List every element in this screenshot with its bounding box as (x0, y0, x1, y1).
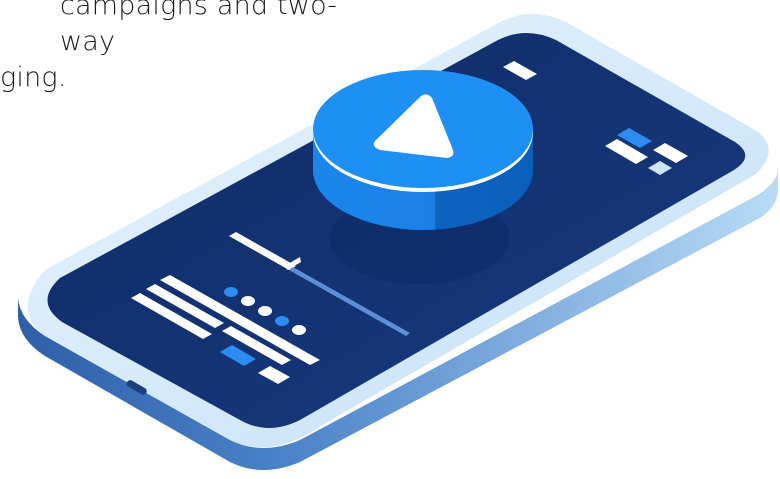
illustration-stage: campaigns and two-way ging. (0, 0, 780, 479)
dot-5[interactable] (292, 325, 306, 335)
smartphone-illustration (18, 14, 778, 470)
dot-3[interactable] (258, 306, 272, 316)
dot-4[interactable] (275, 316, 289, 326)
dot-1[interactable] (224, 287, 238, 297)
play-button[interactable] (313, 70, 533, 230)
dot-2[interactable] (241, 296, 255, 306)
